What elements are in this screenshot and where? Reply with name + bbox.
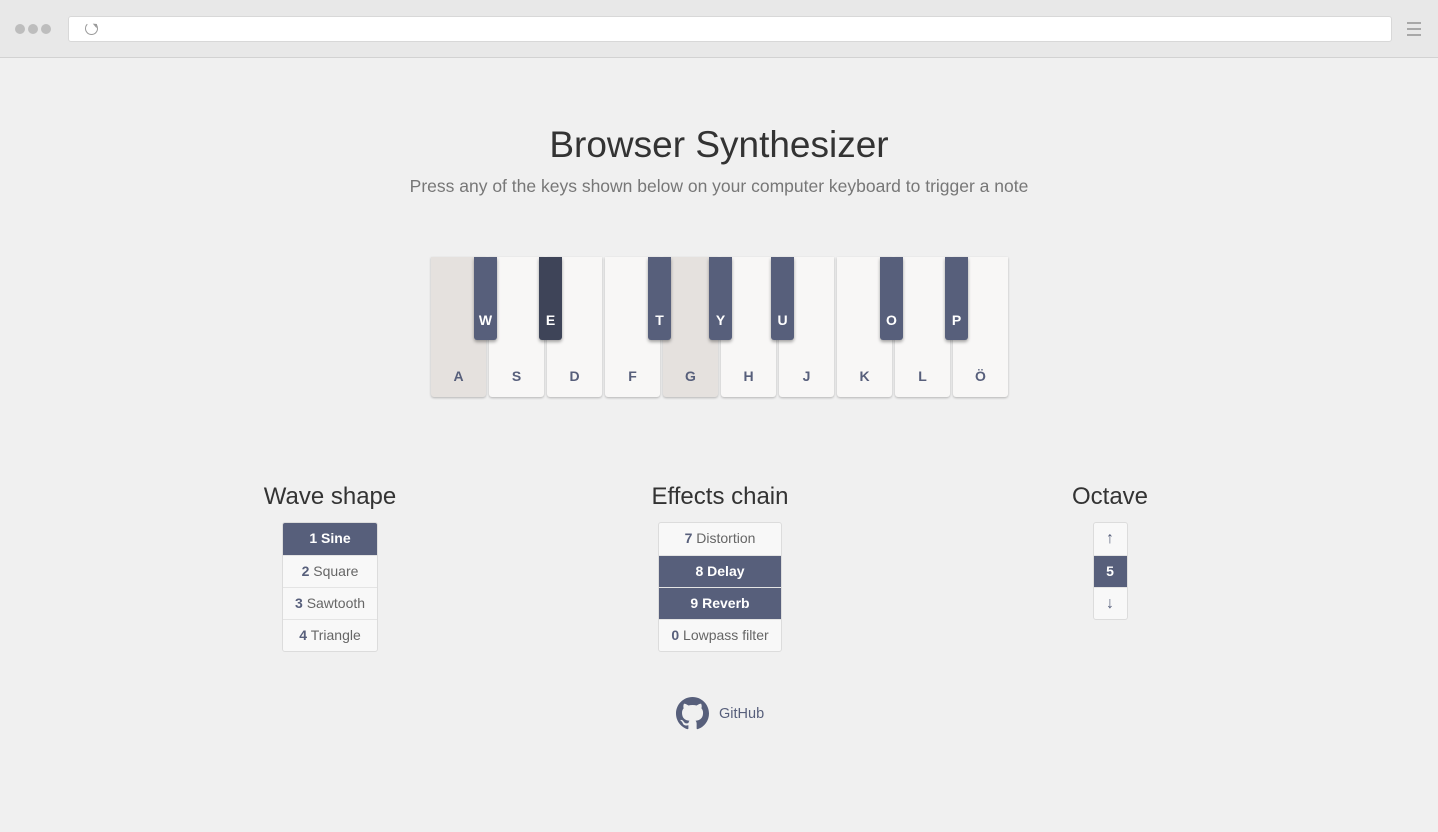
option-label: Reverb: [702, 595, 750, 611]
piano-black-key[interactable]: O: [880, 257, 903, 340]
option-label: Sawtooth: [306, 595, 366, 611]
shortcut-key: 7: [684, 530, 693, 546]
wave-option-sawtooth[interactable]: 3 Sawtooth: [283, 587, 377, 619]
option-label: Triangle: [310, 627, 361, 643]
effect-toggle-distortion[interactable]: 7 Distortion: [659, 523, 781, 555]
key-label: K: [859, 368, 870, 384]
window-controls[interactable]: [15, 24, 51, 34]
wave-shape-list: 1 Sine 2 Square 3 Sawtooth 4 Triangle: [282, 522, 378, 652]
github-link[interactable]: GitHub: [676, 697, 764, 730]
piano-black-key[interactable]: P: [945, 257, 968, 340]
effects-list: 7 Distortion 8 Delay 9 Reverb 0 Lowpass …: [658, 522, 782, 652]
wave-shape-panel: Wave shape 1 Sine 2 Square 3 Sawtooth 4 …: [261, 483, 399, 657]
piano-white-key[interactable]: S: [489, 257, 544, 397]
window-dot[interactable]: [41, 24, 51, 34]
option-label: Sine: [321, 530, 351, 546]
octave-down-button[interactable]: ↓: [1093, 587, 1127, 619]
shortcut-key: 3: [295, 595, 303, 611]
shortcut-key: 8: [695, 563, 704, 579]
key-label: W: [478, 312, 493, 328]
wave-option-triangle[interactable]: 4 Triangle: [283, 619, 377, 651]
octave-stepper: ↑ 5 ↓: [1092, 522, 1128, 620]
piano-black-key[interactable]: E: [539, 257, 562, 340]
key-label: P: [951, 312, 962, 328]
wave-shape-heading: Wave shape: [263, 483, 397, 510]
octave-up-button[interactable]: ↑: [1094, 523, 1127, 555]
window-dot[interactable]: [28, 24, 38, 34]
piano-black-key[interactable]: U: [771, 257, 794, 340]
option-label: Lowpass filter: [683, 627, 769, 643]
shortcut-key: 1: [309, 530, 318, 546]
browser-toolbar: [0, 0, 1438, 58]
effect-toggle-lowpass[interactable]: 0 Lowpass filter: [659, 619, 781, 651]
octave-heading: Octave: [1071, 483, 1149, 510]
option-label: Delay: [707, 563, 745, 579]
github-icon: [676, 697, 709, 730]
effect-toggle-reverb[interactable]: 9 Reverb: [659, 587, 781, 619]
wave-option-sine[interactable]: 1 Sine: [283, 523, 377, 555]
key-label: O: [886, 312, 897, 328]
option-label: Distortion: [696, 530, 756, 546]
effects-chain-heading: Effects chain: [651, 483, 789, 510]
key-label: U: [777, 312, 788, 328]
piano-black-key[interactable]: W: [474, 257, 497, 340]
github-link-label: GitHub: [719, 705, 765, 722]
key-label: E: [545, 312, 556, 328]
key-label: J: [802, 368, 811, 384]
key-label: G: [685, 368, 696, 384]
key-label: F: [628, 368, 637, 384]
wave-option-square[interactable]: 2 Square: [283, 555, 377, 587]
key-label: Ö: [975, 368, 986, 384]
piano-black-key[interactable]: Y: [709, 257, 732, 340]
page-title: Browser Synthesizer: [549, 124, 889, 165]
shortcut-key: 9: [690, 595, 699, 611]
key-label: D: [569, 368, 580, 384]
window-dot[interactable]: [15, 24, 25, 34]
octave-value: 5: [1093, 555, 1127, 587]
key-label: S: [511, 368, 522, 384]
reload-icon[interactable]: [85, 22, 98, 35]
menu-icon[interactable]: [1407, 22, 1421, 36]
shortcut-key: 2: [301, 563, 310, 579]
effects-chain-panel: Effects chain 7 Distortion 8 Delay 9 Rev…: [640, 483, 800, 657]
shortcut-key: 0: [671, 627, 680, 643]
key-label: Y: [715, 312, 726, 328]
key-label: A: [453, 368, 464, 384]
key-label: T: [655, 312, 664, 328]
octave-panel: Octave ↑ 5 ↓: [1065, 483, 1155, 625]
key-label: L: [918, 368, 927, 384]
address-bar[interactable]: [68, 16, 1392, 42]
shortcut-key: 4: [299, 627, 308, 643]
effect-toggle-delay[interactable]: 8 Delay: [659, 555, 781, 587]
page-subtitle: Press any of the keys shown below on you…: [409, 176, 1029, 196]
piano-black-key[interactable]: T: [648, 257, 671, 340]
piano-white-key[interactable]: L: [895, 257, 950, 397]
option-label: Square: [313, 563, 359, 579]
key-label: H: [743, 368, 754, 384]
piano-keyboard: A S D F G H J K L Ö W E T Y U O P: [431, 257, 1011, 399]
